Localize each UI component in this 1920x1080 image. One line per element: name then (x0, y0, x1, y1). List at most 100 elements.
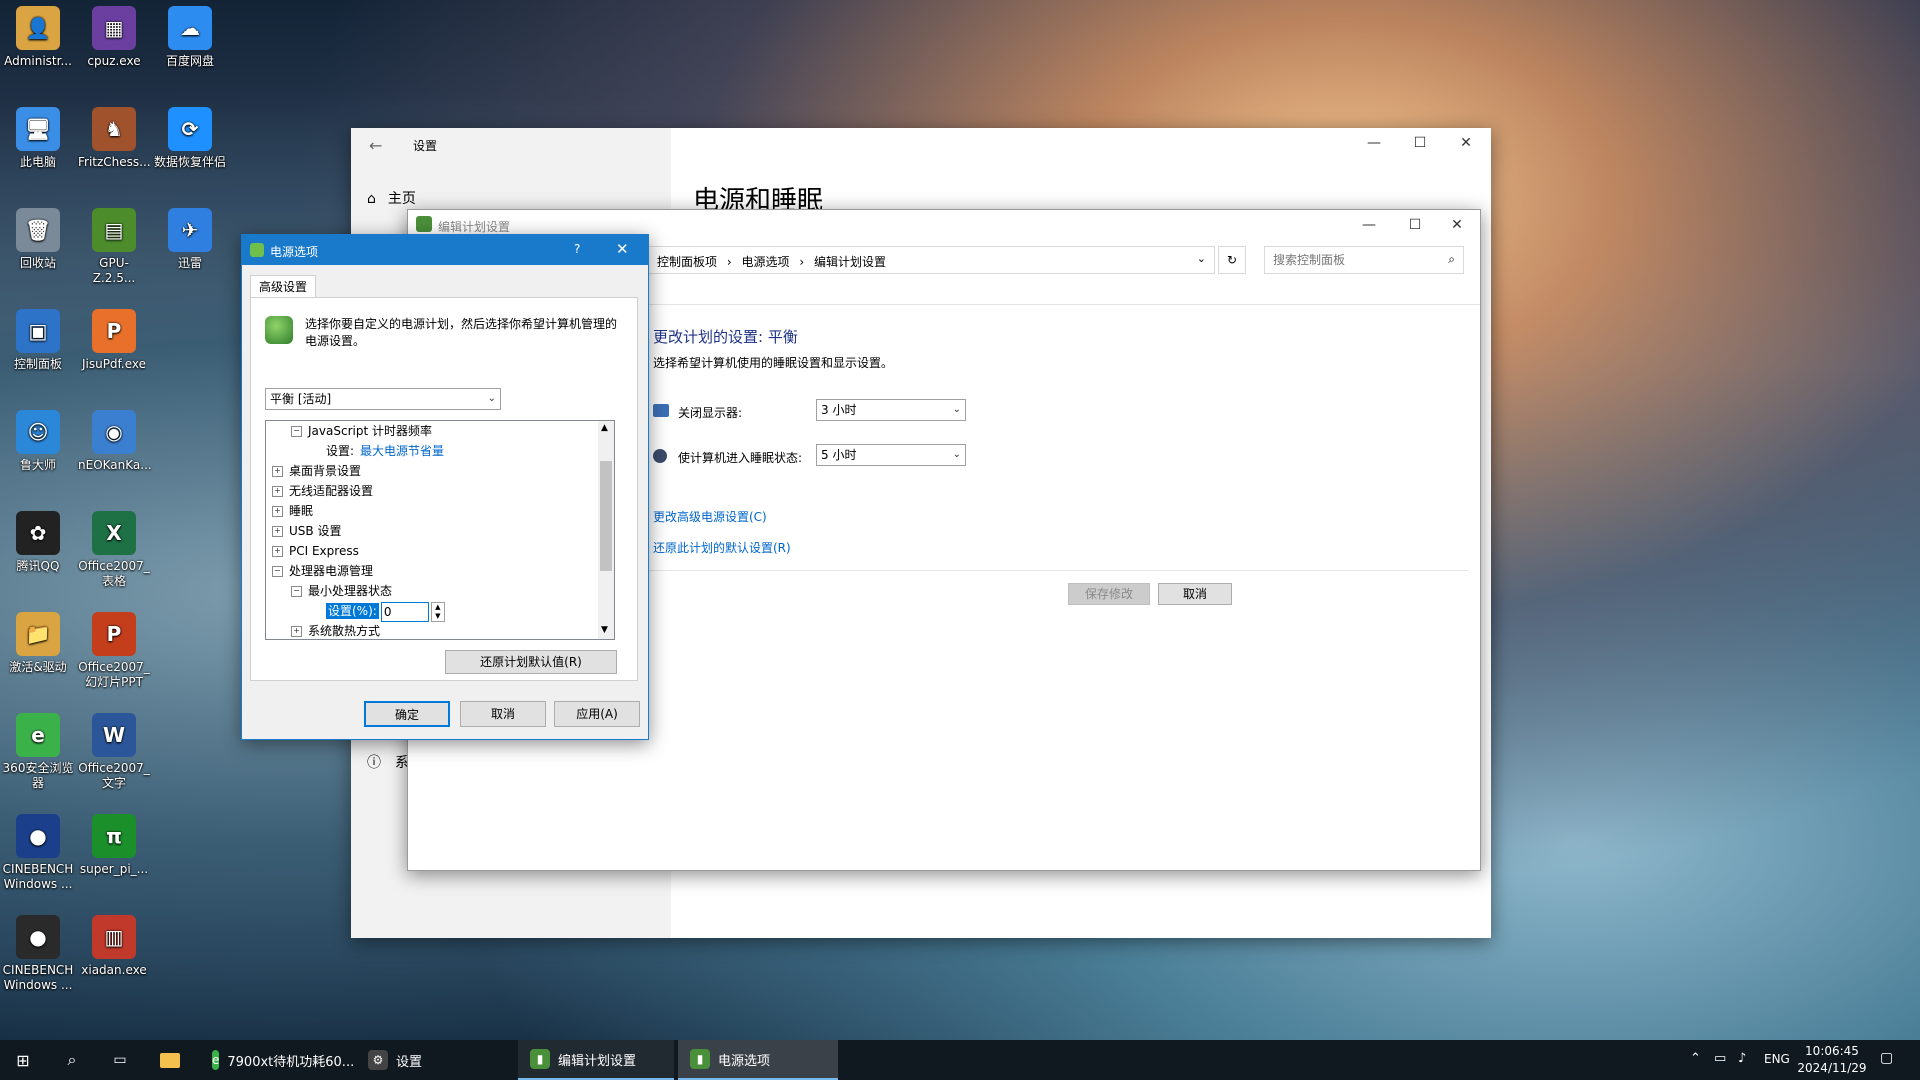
tree-row[interactable]: 设置: 最大电源节省量 (272, 441, 444, 461)
desktop-icon[interactable]: ◉ nEOKanKa... (78, 410, 152, 473)
tree-scrollbar[interactable]: ▲ ▼ (598, 421, 614, 639)
desktop-icon[interactable]: ✿ 腾讯QQ (2, 511, 74, 574)
sleep-select[interactable]: 5 小时 ⌄ (816, 444, 966, 466)
selected-setting-row[interactable]: 设置(%): 0 ▲ ▼ (272, 601, 445, 622)
search-input[interactable] (1271, 252, 1435, 268)
search-icon[interactable]: ⌕ (1448, 252, 1455, 267)
expand-icon[interactable]: + (272, 486, 283, 497)
expand-icon[interactable]: + (272, 546, 283, 557)
spinner-icon[interactable]: ▲ ▼ (430, 601, 445, 622)
refresh-button[interactable]: ↻ (1218, 246, 1246, 274)
desktop-icon[interactable]: 🖥 此电脑 (2, 107, 74, 170)
desktop-icon[interactable]: π super_pi_... (78, 814, 150, 877)
desktop-icon-label: xiadan.exe (81, 963, 147, 977)
dialog-title: 电源选项 (270, 245, 319, 259)
desktop-icon[interactable]: ♞ FritzChess... (78, 107, 151, 170)
dialog-cancel-button[interactable]: 取消 (460, 701, 546, 727)
network-icon[interactable]: ▭ (1714, 1051, 1726, 1066)
desktop-icon[interactable]: P Office2007_ 幻灯片PPT (78, 612, 150, 690)
advanced-settings-link[interactable]: 更改高级电源设置(C) (653, 508, 767, 525)
desktop-icon[interactable]: 🗑 回收站 (2, 208, 74, 271)
tree-row[interactable]: − JavaScript 计时器频率 (272, 421, 432, 441)
expand-icon[interactable]: + (291, 626, 302, 637)
settings-close-button[interactable]: ✕ (1443, 128, 1489, 158)
breadcrumb-item[interactable]: 控制面板项 (657, 255, 717, 269)
tree-row[interactable]: + 睡眠 (272, 501, 313, 521)
settings-home-nav[interactable]: ⌂ 主页 (367, 188, 416, 208)
taskbar-app-button[interactable]: ▮ 电源选项 (678, 1040, 838, 1080)
edit-plan-minimize-button[interactable]: — (1346, 210, 1392, 240)
desktop-icon[interactable]: ▣ 控制面板 (2, 309, 74, 372)
apply-button[interactable]: 应用(A) (554, 701, 640, 727)
language-indicator[interactable]: ENG (1764, 1052, 1790, 1066)
desktop-icon[interactable]: ● CINEBENCH Windows ... (2, 814, 74, 892)
save-changes-button[interactable]: 保存修改 (1068, 583, 1150, 605)
task-view-button[interactable]: ▭ (98, 1040, 142, 1080)
desktop-icon[interactable]: ✈ 迅雷 (154, 208, 226, 271)
desktop-icon[interactable]: P JisuPdf.exe (78, 309, 150, 372)
display-off-select[interactable]: 3 小时 ⌄ (816, 399, 966, 421)
expand-icon[interactable]: + (272, 526, 283, 537)
tree-row-label: 设置: (326, 444, 355, 458)
tree-row[interactable]: − 处理器电源管理 (272, 561, 373, 581)
edit-plan-cancel-button[interactable]: 取消 (1158, 583, 1232, 605)
desktop-icon[interactable]: W Office2007_ 文字 (78, 713, 150, 791)
tree-row[interactable]: + 无线适配器设置 (272, 481, 373, 501)
breadcrumb-item[interactable]: 编辑计划设置 (814, 255, 886, 269)
collapse-icon[interactable]: − (272, 566, 283, 577)
scroll-down-icon[interactable]: ▼ (601, 625, 608, 635)
desktop-icon[interactable]: X Office2007_ 表格 (78, 511, 150, 589)
ok-button[interactable]: 确定 (364, 701, 450, 727)
tree-row[interactable]: + 桌面背景设置 (272, 461, 361, 481)
dialog-close-button[interactable]: ✕ (616, 240, 629, 258)
desktop-icon[interactable]: ☺ 鲁大师 (2, 410, 74, 473)
taskbar-app-button[interactable]: ⚙ 设置 (356, 1040, 514, 1080)
tree-row[interactable]: + 系统散热方式 (272, 621, 380, 639)
tray-chevron-icon[interactable]: ⌃ (1690, 1051, 1701, 1066)
taskbar-app-button[interactable]: ▮ 编辑计划设置 (518, 1040, 674, 1080)
back-arrow-icon[interactable]: ← (369, 136, 382, 155)
desktop-icon[interactable]: ▦ cpuz.exe (78, 6, 150, 69)
restore-defaults-link[interactable]: 还原此计划的默认设置(R) (653, 539, 791, 556)
notification-icon[interactable]: ▢ (1880, 1050, 1893, 1066)
taskbar-app-button[interactable]: e 7900xt待机功耗60... (200, 1040, 354, 1080)
settings-minimize-button[interactable]: — (1351, 128, 1397, 158)
desktop-icon[interactable]: 👤 Administr... (2, 6, 74, 69)
collapse-icon[interactable]: − (291, 426, 302, 437)
desktop-icon[interactable]: ⟳ 数据恢复伴侣 (154, 107, 226, 170)
search-box[interactable]: ⌕ (1264, 246, 1464, 274)
tab-advanced-settings[interactable]: 高级设置 (250, 275, 316, 298)
app-icon: ⚙ (368, 1050, 388, 1070)
tree-row-value[interactable]: 最大电源节省量 (360, 444, 444, 458)
desktop-icon[interactable]: 📁 激活&驱动 (2, 612, 74, 675)
volume-icon[interactable]: ♪ (1738, 1051, 1746, 1066)
edit-plan-close-button[interactable]: ✕ (1434, 210, 1480, 240)
processor-state-input[interactable]: 0 (380, 601, 429, 622)
expand-icon[interactable]: + (272, 506, 283, 517)
file-explorer-button[interactable] (148, 1040, 192, 1080)
chevron-down-icon[interactable]: ⌄ (1197, 252, 1206, 265)
scroll-thumb[interactable] (600, 461, 612, 571)
tree-row[interactable]: + PCI Express (272, 541, 359, 561)
settings-maximize-button[interactable]: ☐ (1397, 128, 1443, 158)
start-button[interactable]: ⊞ (0, 1040, 46, 1080)
settings-tree[interactable]: − JavaScript 计时器频率设置: 最大电源节省量 + 桌面背景设置 + 无线适配器… (265, 420, 615, 640)
desktop-icon[interactable]: e 360安全浏览 器 (2, 713, 74, 791)
breadcrumb-item[interactable]: 电源选项 (741, 255, 789, 269)
desktop-icon[interactable]: ▥ xiadan.exe (78, 915, 150, 978)
scroll-up-icon[interactable]: ▲ (601, 423, 608, 433)
taskbar-search-button[interactable]: ⌕ (50, 1040, 94, 1080)
desktop-icon[interactable]: ☁ 百度网盘 (154, 6, 226, 69)
expand-icon[interactable]: + (272, 466, 283, 477)
help-button[interactable]: ? (574, 242, 580, 256)
edit-plan-maximize-button[interactable]: ☐ (1392, 210, 1438, 240)
desktop-icon[interactable]: ● CINEBENCH Windows ... (2, 915, 74, 993)
tree-row[interactable]: − 最小处理器状态 (272, 581, 392, 601)
tree-row[interactable]: + USB 设置 (272, 521, 341, 541)
plan-select[interactable]: 平衡 [活动] ⌄ (265, 388, 501, 410)
collapse-icon[interactable]: − (291, 586, 302, 597)
address-bar[interactable]: 控制面板项 › 电源选项 › 编辑计划设置 ⌄ (648, 246, 1215, 274)
desktop-icon[interactable]: ▤ GPU-Z.2.5... (78, 208, 150, 286)
clock[interactable]: 10:06:45 2024/11/29 (1796, 1043, 1868, 1077)
restore-plan-defaults-button[interactable]: 还原计划默认值(R) (445, 650, 617, 674)
